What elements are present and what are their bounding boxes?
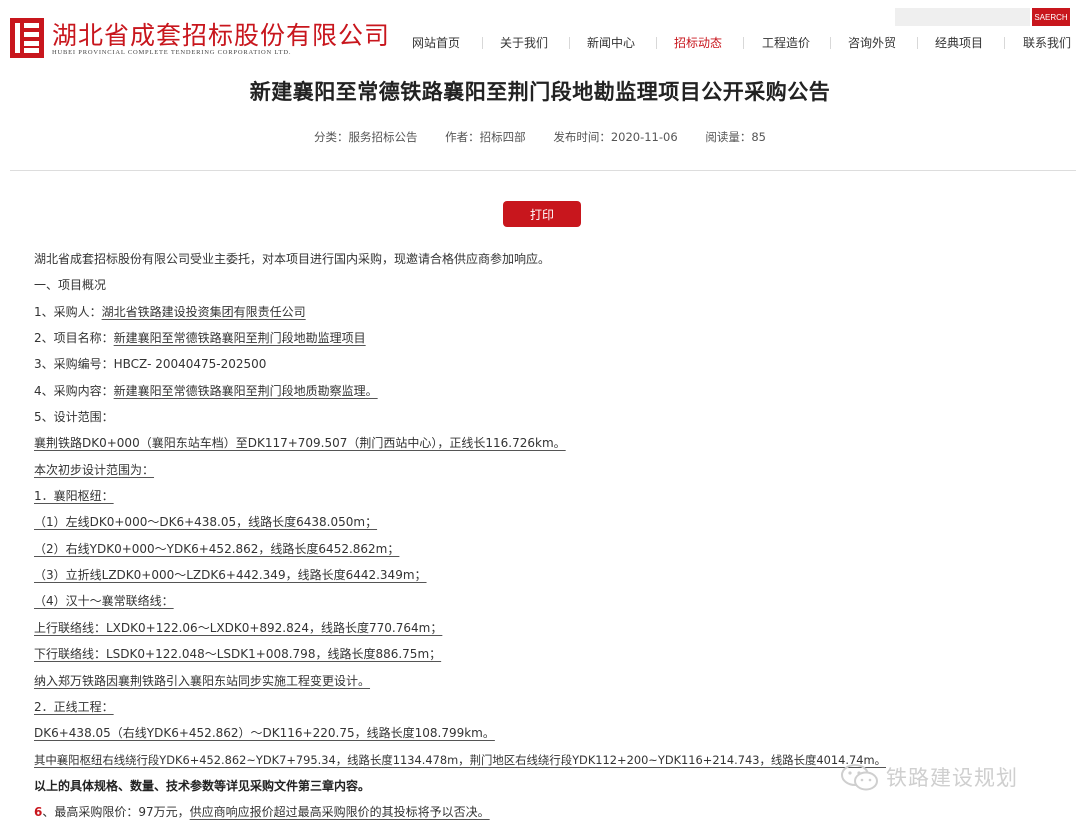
section-heading: 一、项目概况	[34, 278, 107, 293]
nav-item-consulting[interactable]: 咨询外贸	[848, 34, 896, 51]
purchaser-line: 1、采购人：湖北省铁路建设投资集团有限责任公司	[34, 302, 1064, 328]
divider	[10, 170, 1076, 171]
scope-line: 2．正线工程：	[34, 699, 114, 714]
scope-line: 下行联络线：LSDK0+122.048～LSDK1+008.798，线路长度88…	[34, 647, 442, 662]
nav-item-contact[interactable]: 联系我们	[1023, 34, 1071, 51]
logo-name-cn: 湖北省成套招标股份有限公司	[52, 21, 391, 50]
wechat-icon	[841, 764, 878, 791]
scope-line: 襄荆铁路DK0+000（襄阳东站车档）至DK117+709.507（荆门西站中心…	[34, 436, 566, 451]
purchaser-label: 1、采购人：	[34, 304, 102, 319]
project-name-label: 2、项目名称：	[34, 331, 114, 346]
scope-line: 1．襄阳枢纽：	[34, 489, 114, 504]
nav-item-tender-news[interactable]: 招标动态	[674, 34, 722, 51]
procurement-content-label: 4、采购内容：	[34, 383, 114, 398]
procurement-number: 3、采购编号：HBCZ- 20040475-202500	[34, 357, 267, 372]
nav-divider	[482, 37, 483, 49]
nav-item-about[interactable]: 关于我们	[500, 34, 548, 51]
project-name-line: 2、项目名称：新建襄阳至常德铁路襄阳至荆门段地勘监理项目	[34, 328, 1064, 354]
nav-divider	[830, 37, 831, 49]
nav-divider	[917, 37, 918, 49]
procurement-content-value: 新建襄阳至常德铁路襄阳至荆门段地质勘察监理。	[113, 383, 378, 398]
nav-item-news[interactable]: 新闻中心	[587, 34, 635, 51]
scope-line: 上行联络线：LXDK0+122.06～LXDK0+892.824，线路长度770…	[34, 620, 443, 635]
paragraph-intro: 湖北省成套招标股份有限公司受业主委托，对本项目进行国内采购，现邀请合格供应商参加…	[34, 252, 551, 266]
nav-divider	[656, 37, 657, 49]
meta-published: 发布时间：2020-11-06	[553, 130, 678, 144]
scope-line: 本次初步设计范围为：	[34, 462, 155, 477]
nav-item-projects[interactable]: 经典项目	[935, 34, 983, 51]
nav-divider	[569, 37, 570, 49]
scope-line: （1）左线DK0+000～DK6+438.05，线路长度6438.050m；	[34, 515, 378, 530]
scope-line: （3）立折线LZDK0+000～LZDK6+442.349，线路长度6442.3…	[34, 568, 427, 583]
company-logo[interactable]: 湖北省成套招标股份有限公司 HUBEI PROVINCIAL COMPLETE …	[10, 16, 389, 62]
print-button[interactable]: 打印	[503, 201, 581, 227]
main-nav: 网站首页 关于我们 新闻中心 招标动态 工程造价 咨询外贸 经典项目 联系我们	[392, 34, 1080, 52]
watermark-text: 铁路建设规划	[886, 766, 1018, 790]
price-limit-label: 、最高采购限价：97万元，	[42, 805, 190, 820]
meta-category: 分类：服务招标公告	[314, 130, 418, 144]
nav-item-cost[interactable]: 工程造价	[762, 34, 810, 51]
watermark: 铁路建设规划	[840, 761, 1060, 793]
logo-name-en: HUBEI PROVINCIAL COMPLETE TENDERING CORP…	[52, 49, 292, 56]
price-limit-note: 供应商响应报价超过最高采购限价的其投标将予以否决。	[189, 805, 490, 820]
procurement-content-line: 4、采购内容：新建襄阳至常德铁路襄阳至荆门段地质勘察监理。	[34, 381, 1064, 407]
project-name-value: 新建襄阳至常德铁路襄阳至荆门段地勘监理项目	[113, 331, 366, 346]
nav-item-home[interactable]: 网站首页	[412, 34, 460, 51]
purchaser-value: 湖北省铁路建设投资集团有限责任公司	[101, 304, 306, 319]
search-input[interactable]	[895, 8, 1030, 26]
meta-views: 阅读量：85	[705, 130, 766, 144]
meta-author: 作者：招标四部	[445, 130, 526, 144]
page-title: 新建襄阳至常德铁路襄阳至荆门段地勘监理项目公开采购公告	[249, 80, 831, 104]
scope-line: （4）汉十～襄常联络线：	[34, 594, 174, 609]
logo-mark-icon	[10, 18, 44, 58]
scope-line: DK6+438.05（右线YDK6+452.862）～DK116+220.75，…	[34, 726, 495, 741]
design-scope-label: 5、设计范围：	[34, 410, 114, 425]
article-body: 湖北省成套招标股份有限公司受业主委托，对本项目进行国内采购，现邀请合格供应商参加…	[34, 249, 1064, 829]
search-box: SAERCH	[895, 8, 1070, 26]
search-button[interactable]: SAERCH	[1032, 8, 1070, 26]
scope-line: 纳入郑万铁路因襄荆铁路引入襄阳东站同步实施工程变更设计。	[34, 673, 371, 688]
scope-line: （2）右线YDK0+000～YDK6+452.862，线路长度6452.862m…	[34, 541, 400, 556]
nav-divider	[1004, 37, 1005, 49]
article-meta: 分类：服务招标公告 作者：招标四部 发布时间：2020-11-06 阅读量：85	[0, 129, 1080, 145]
nav-divider	[743, 37, 744, 49]
